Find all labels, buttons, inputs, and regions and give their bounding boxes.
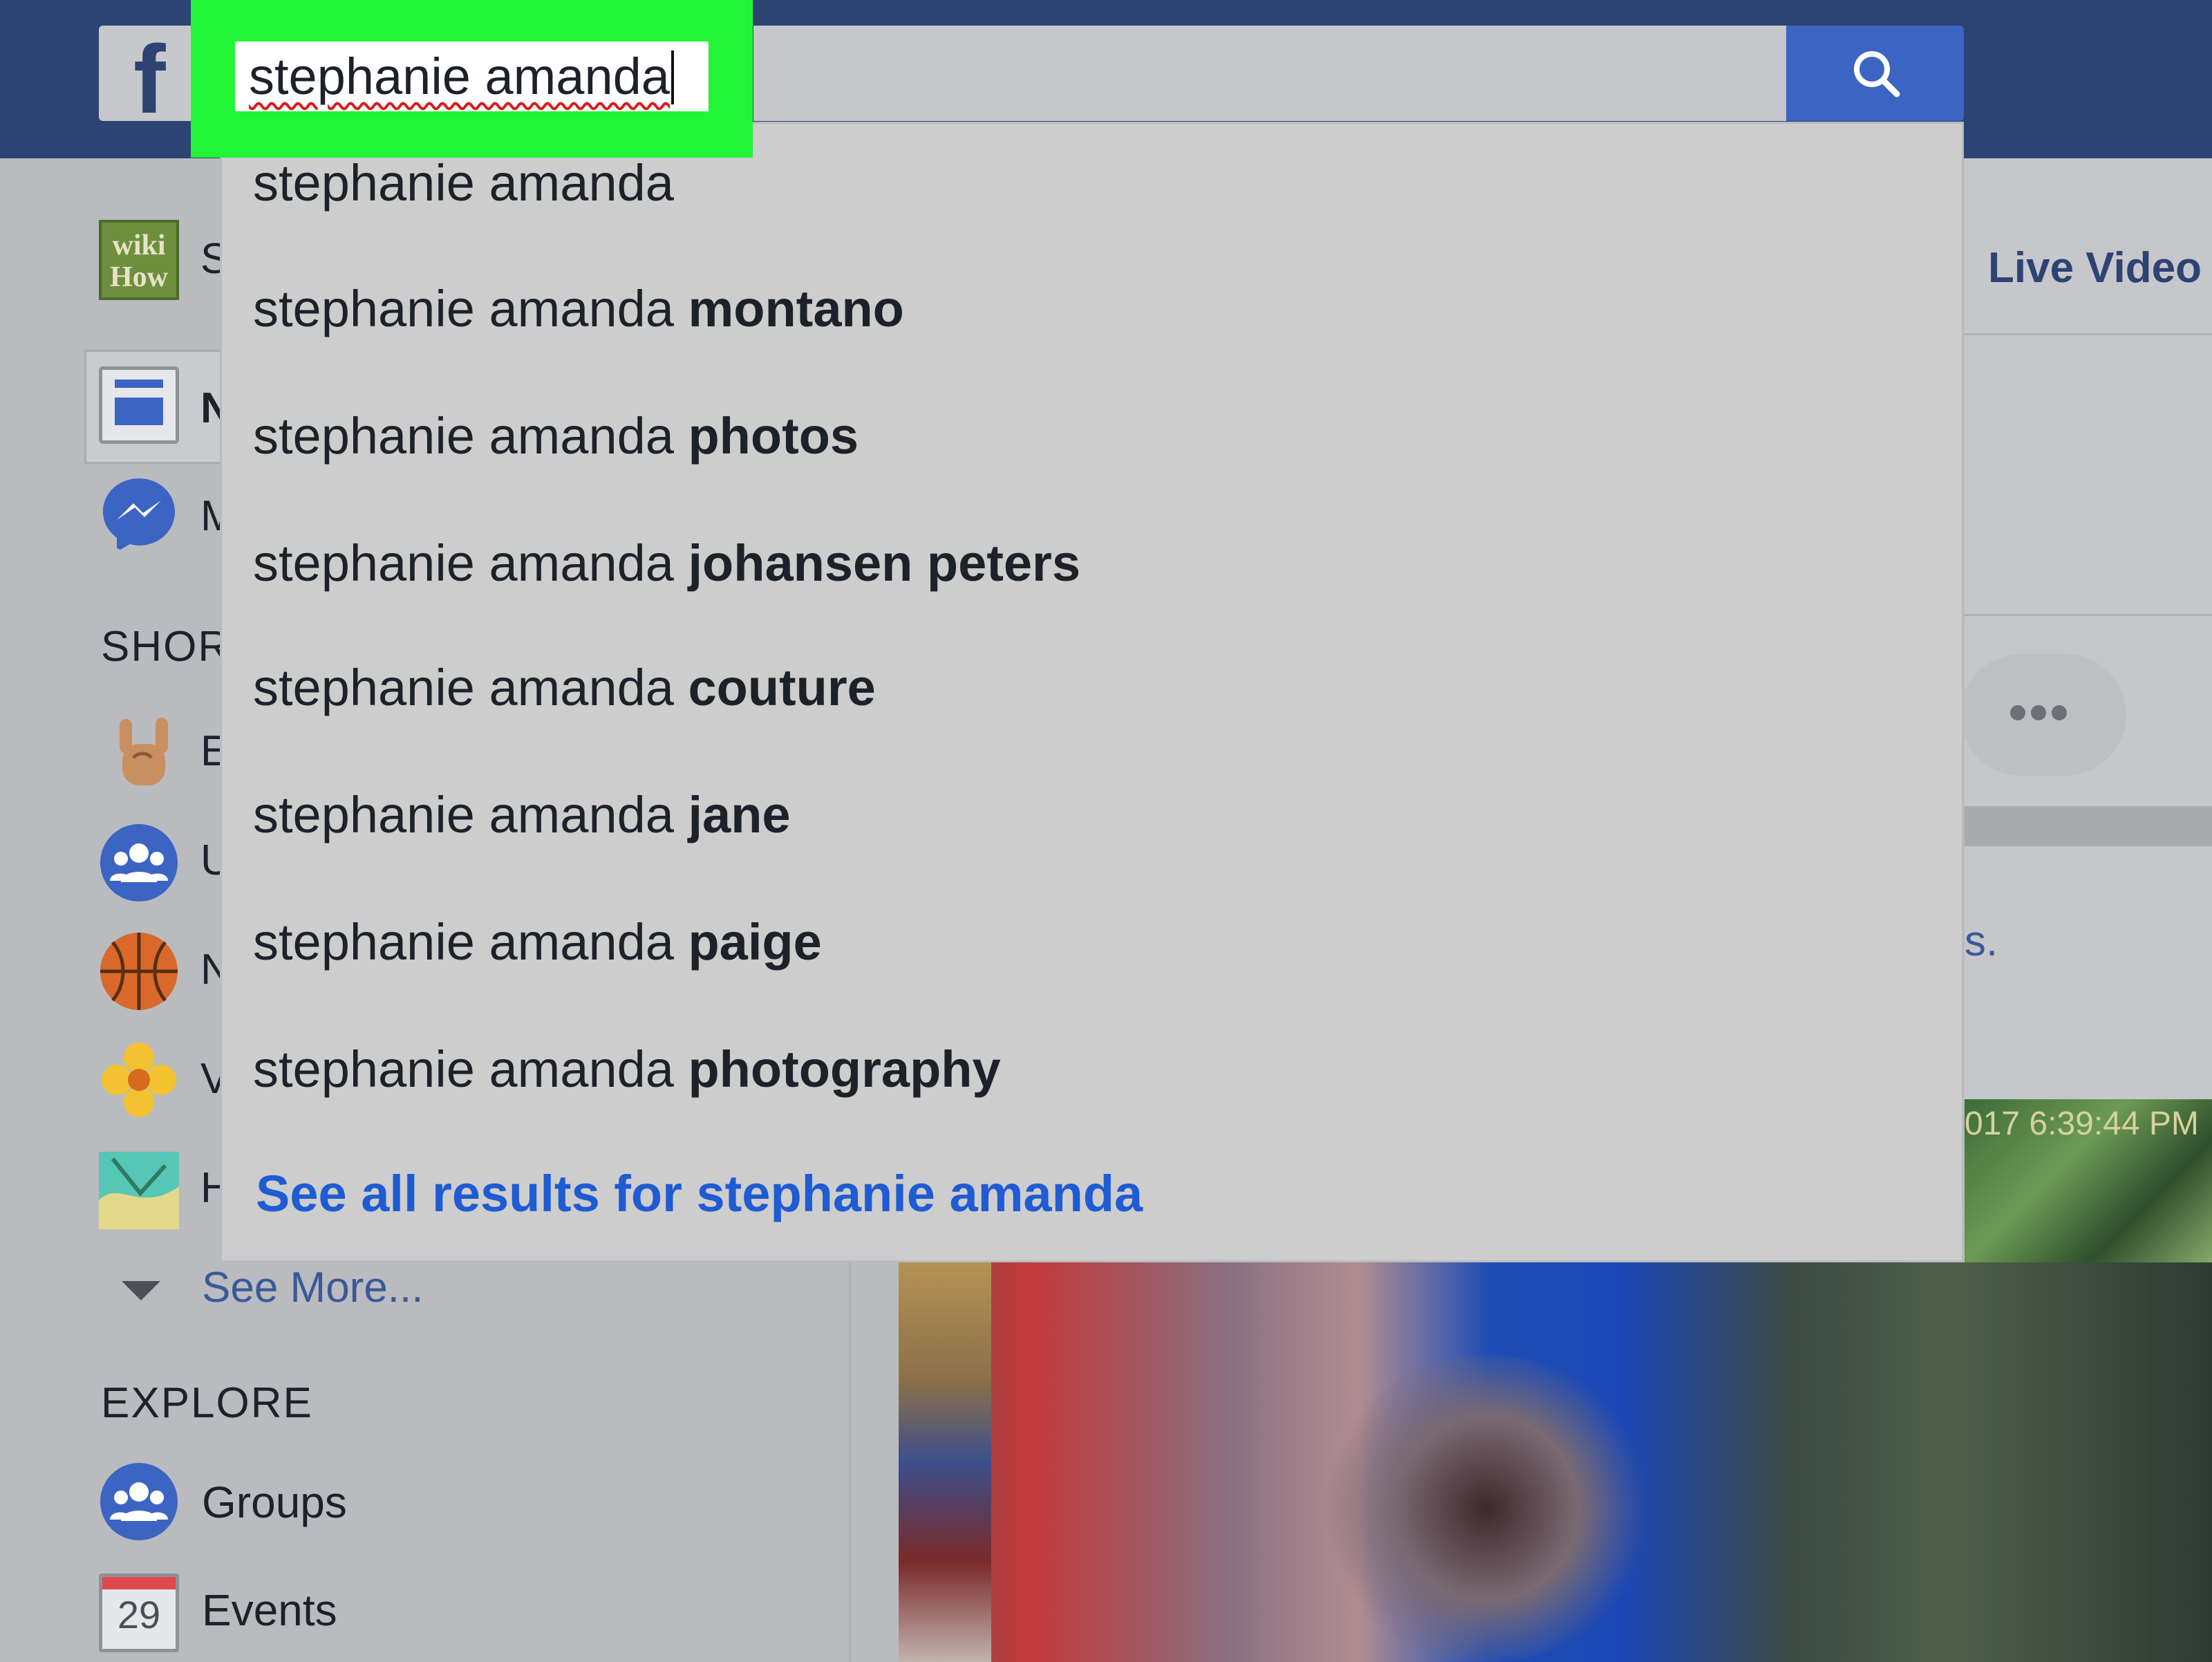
suggestion-prefix: stephanie amanda <box>253 786 688 843</box>
profile-avatar[interactable]: wiki How <box>99 220 179 300</box>
post-photo-left-panel <box>899 1262 991 1662</box>
news-feed-icon <box>99 366 179 444</box>
calendar-icon: 29 <box>99 1574 179 1652</box>
suggestion-item[interactable]: stephanie amanda jane <box>253 784 791 846</box>
messenger-icon <box>103 478 175 552</box>
suggestion-prefix: stephanie amanda <box>253 280 688 337</box>
suggestion-item[interactable]: stephanie amanda photos <box>253 405 859 467</box>
suggestion-prefix: stephanie amanda <box>253 154 674 212</box>
suggestion-item[interactable]: stephanie amanda johansen peters <box>253 532 1080 595</box>
facebook-f-icon: f <box>133 26 166 122</box>
suggestion-completion: paige <box>688 913 822 971</box>
sidebar-item-events[interactable]: Events <box>202 1585 337 1636</box>
see-all-results-link[interactable]: See all results for stephanie amanda <box>256 1163 1143 1225</box>
live-video-tab[interactable]: Live Video <box>1988 243 2202 292</box>
suggestion-prefix: stephanie amanda <box>253 659 688 716</box>
suggestion-prefix: stephanie amanda <box>253 407 688 465</box>
suggestion-prefix: stephanie amanda <box>253 913 688 971</box>
text-caret <box>671 50 674 105</box>
search-field-background[interactable] <box>753 26 1786 121</box>
suggestion-completion: couture <box>688 659 876 716</box>
suggestion-completion: montano <box>688 280 904 337</box>
suggestion-completion: jane <box>688 786 791 843</box>
suggestion-completion: photos <box>688 407 859 465</box>
photo-timestamp: 017 6:39:44 PM <box>1965 1105 2199 1142</box>
groups-icon <box>100 1463 178 1540</box>
map-icon <box>99 1152 179 1229</box>
search-query-text: stephanie amanda <box>249 48 670 105</box>
more-icon <box>2010 705 2079 725</box>
composer-divider <box>1965 614 2212 616</box>
post-photo-subject <box>1313 1355 1659 1662</box>
group-icon <box>100 824 178 902</box>
suggestion-prefix: stephanie amanda <box>253 1040 688 1098</box>
calendar-day: 29 <box>117 1593 161 1636</box>
suggestion-completion: photography <box>688 1040 1001 1098</box>
suggestion-item[interactable]: stephanie amanda paige <box>253 911 822 973</box>
sidebar-item-groups[interactable]: Groups <box>202 1477 347 1528</box>
flower-icon <box>102 1043 176 1117</box>
search-icon <box>1854 51 1900 97</box>
rock-hand-icon <box>120 718 168 785</box>
suggestion-item[interactable]: stephanie amanda photography <box>253 1038 1001 1101</box>
post-link-partial[interactable]: s. <box>1965 917 1998 966</box>
search-button[interactable] <box>1786 26 1964 121</box>
see-more-link[interactable]: See More... <box>202 1263 423 1312</box>
chevron-down-icon[interactable] <box>122 1281 160 1300</box>
feed-gap <box>1965 806 2212 846</box>
facebook-logo[interactable]: f <box>99 26 196 121</box>
suggestion-item[interactable]: stephanie amanda <box>253 152 674 214</box>
suggestion-item[interactable]: stephanie amanda montano <box>253 278 904 340</box>
suggestion-prefix: stephanie amanda <box>253 534 688 592</box>
suggestion-completion: johansen peters <box>688 534 1080 592</box>
suggestion-item[interactable]: stephanie amanda couture <box>253 657 876 719</box>
explore-section-title: EXPLORE <box>101 1379 313 1427</box>
shortcuts-section-title: SHOR <box>101 623 231 671</box>
basketball-icon <box>100 933 178 1010</box>
search-input[interactable]: stephanie amanda <box>235 41 709 111</box>
